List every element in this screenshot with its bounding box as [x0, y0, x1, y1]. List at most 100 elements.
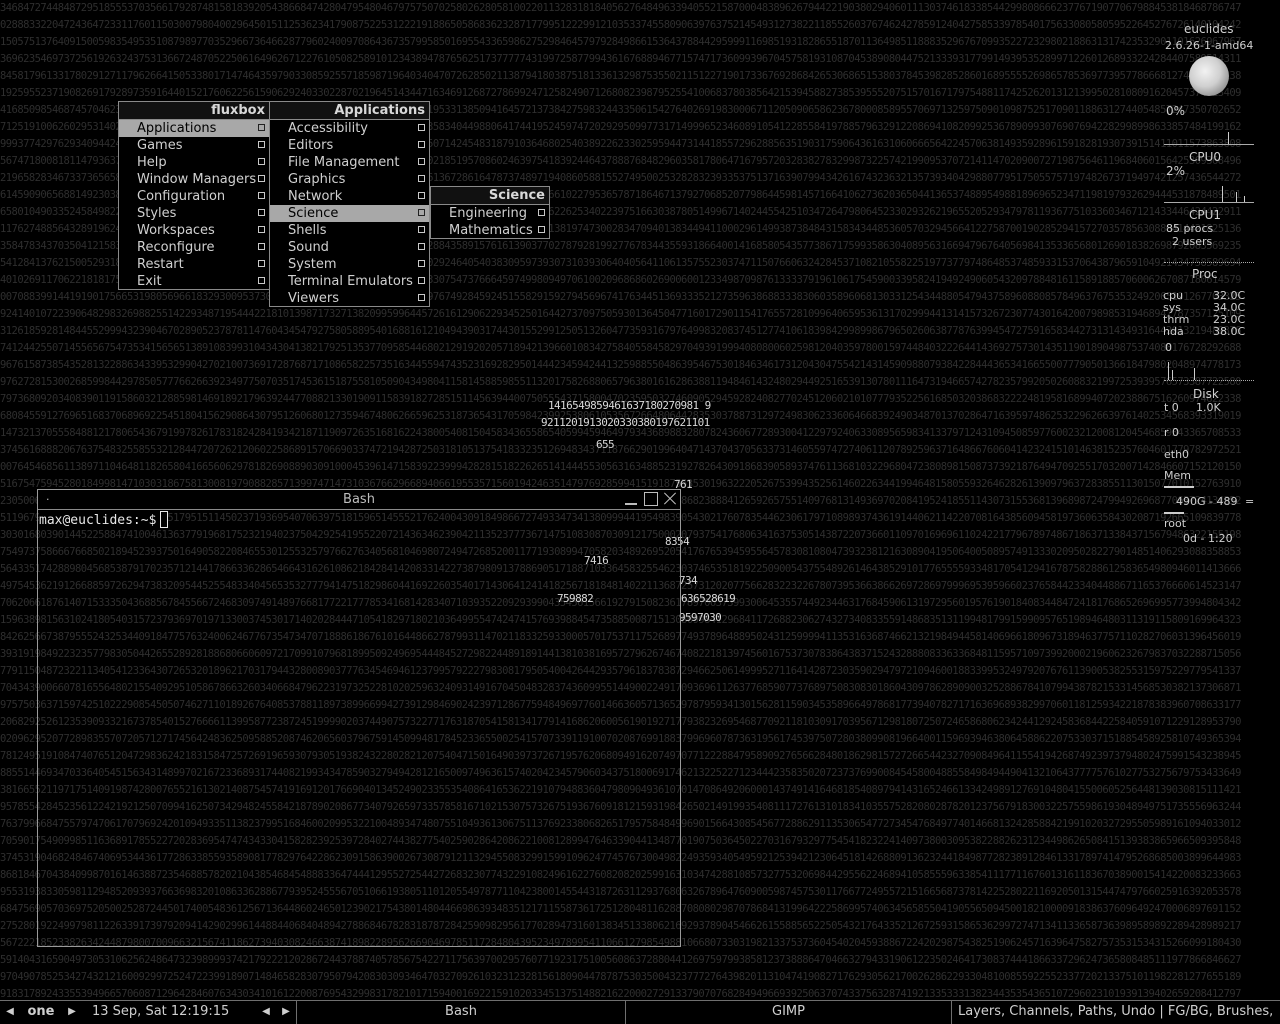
- submenu-box-icon: [418, 294, 425, 301]
- fluxbox-menu-item-help[interactable]: Help: [119, 154, 269, 171]
- submenu-box-icon: [418, 158, 425, 165]
- applications-menu-item-system[interactable]: System: [270, 256, 429, 273]
- workspace-next-arrow-icon[interactable]: ▶: [64, 1001, 80, 1023]
- applications-menu-item-label: Editors: [288, 138, 334, 153]
- task-bash[interactable]: Bash: [296, 1001, 626, 1024]
- submenu-box-icon: [258, 192, 265, 199]
- applications-menu-item-graphics[interactable]: Graphics: [270, 171, 429, 188]
- submenu-box-icon: [258, 209, 265, 216]
- fluxbox-toolbar: ◀ one ▶ 13 Sep, Sat 12:19:15 ◀ ▶ Bash GI…: [0, 1000, 1280, 1024]
- fluxbox-menu-item-label: Applications: [137, 121, 217, 136]
- procs-count: 85 procs: [1166, 222, 1214, 235]
- fluxbox-menu-item-label: Reconfigure: [137, 240, 215, 255]
- text-cursor: [160, 511, 169, 528]
- terminal-body[interactable]: max@euclides:~$: [38, 510, 680, 946]
- submenu-box-icon: [538, 209, 545, 216]
- science-menu-item-mathematics[interactable]: Mathematics: [431, 222, 549, 239]
- temp-hda-name: hda: [1163, 325, 1184, 338]
- filesystem-usage-mark: =: [1245, 495, 1255, 508]
- window-titlebar[interactable]: · Bash: [38, 490, 680, 510]
- applications-menu-item-file-management[interactable]: File Management: [270, 154, 429, 171]
- fluxbox-menu-item-styles[interactable]: Styles: [119, 205, 269, 222]
- bright-digit-row: 9211201913020330380197621101: [541, 416, 710, 429]
- applications-menu-item-label: Network: [288, 189, 343, 204]
- workspace-name[interactable]: one: [18, 1001, 64, 1024]
- applications-menu-item-science[interactable]: Science: [270, 205, 429, 222]
- submenu-box-icon: [418, 243, 425, 250]
- science-menu-item-label: Mathematics: [449, 223, 533, 238]
- bright-digit-row: 655: [596, 438, 615, 451]
- applications-menu-item-label: Viewers: [288, 291, 339, 306]
- bright-digit-row: 734: [679, 574, 698, 587]
- memory-bar: [1164, 484, 1194, 488]
- fluxbox-root-menu: fluxbox Applications Games Help Window Mana…: [118, 101, 270, 290]
- cpu0-label: CPU0: [1189, 150, 1222, 164]
- task-gimp-dock[interactable]: Layers, Channels, Paths, Undo | FG/BG, B…: [952, 1001, 1280, 1024]
- hostname-label: euclides: [1184, 22, 1234, 36]
- applications-menu-item-accessibility[interactable]: Accessibility: [270, 120, 429, 137]
- fluxbox-menu-item-label: Workspaces: [137, 223, 215, 238]
- submenu-box-icon: [418, 277, 425, 284]
- fluxbox-menu-item-label: Games: [137, 138, 183, 153]
- applications-menu-item-shells[interactable]: Shells: [270, 222, 429, 239]
- fluxbox-menu-item-label: Restart: [137, 257, 184, 272]
- submenu-box-icon: [418, 260, 425, 267]
- applications-menu-item-sound[interactable]: Sound: [270, 239, 429, 256]
- submenu-box-icon: [418, 209, 425, 216]
- fluxbox-menu-item-label: Styles: [137, 206, 177, 221]
- fluxbox-menu-title: fluxbox: [119, 102, 269, 120]
- bright-digit-row: 9597030: [679, 611, 722, 624]
- submenu-box-icon: [258, 243, 265, 250]
- submenu-box-icon: [258, 124, 265, 131]
- applications-menu-item-label: Sound: [288, 240, 329, 255]
- users-count: 2 users: [1172, 235, 1213, 248]
- submenu-box-icon: [418, 141, 425, 148]
- cpu0-percent: 0%: [1166, 104, 1186, 118]
- fluxbox-menu-item-configuration[interactable]: Configuration: [119, 188, 269, 205]
- window-menu-icon[interactable]: ·: [46, 490, 50, 509]
- applications-menu-item-viewers[interactable]: Viewers: [270, 290, 429, 307]
- minimize-icon[interactable]: [624, 492, 638, 506]
- applications-menu-item-label: Science: [288, 206, 339, 221]
- proc-graph: [1164, 248, 1254, 263]
- fluxbox-menu-item-applications[interactable]: Applications: [119, 120, 269, 137]
- applications-submenu: Applications Accessibility Editors File Ma…: [269, 101, 430, 307]
- filesystem-size: 490G - 489: [1176, 495, 1238, 508]
- fluxbox-menu-item-exit[interactable]: Exit: [119, 273, 269, 290]
- fluxbox-menu-item-workspaces[interactable]: Workspaces: [119, 222, 269, 239]
- workspace-prev-arrow-icon[interactable]: ◀: [2, 1001, 18, 1023]
- fluxbox-menu-item-label: Window Managers: [137, 172, 257, 187]
- kernel-label: 2.6.26-1-amd64: [1165, 39, 1254, 52]
- desktop-background: 3468472744848729518555370356617928748158…: [0, 0, 1280, 1000]
- disk-graph: [1164, 356, 1254, 381]
- submenu-box-icon: [258, 158, 265, 165]
- task-next-arrow-icon[interactable]: ▶: [278, 1001, 294, 1023]
- task-prev-arrow-icon[interactable]: ◀: [258, 1001, 274, 1023]
- science-submenu: Science Engineering Mathematics: [430, 186, 550, 239]
- fluxbox-menu-item-games[interactable]: Games: [119, 137, 269, 154]
- submenu-box-icon: [418, 124, 425, 131]
- fluxbox-menu-item-restart[interactable]: Restart: [119, 256, 269, 273]
- applications-menu-item-label: Accessibility: [288, 121, 368, 136]
- submenu-box-icon: [258, 277, 265, 284]
- submenu-box-icon: [418, 226, 425, 233]
- maximize-icon[interactable]: [644, 492, 658, 506]
- applications-menu-item-network[interactable]: Network: [270, 188, 429, 205]
- applications-menu-item-label: Terminal Emulators: [288, 274, 413, 289]
- applications-menu-item-terminal-emulators[interactable]: Terminal Emulators: [270, 273, 429, 290]
- submenu-box-icon: [258, 175, 265, 182]
- close-icon[interactable]: [663, 492, 677, 506]
- fluxbox-menu-item-window-managers[interactable]: Window Managers: [119, 171, 269, 188]
- fluxbox-menu-item-label: Help: [137, 155, 167, 170]
- task-gimp[interactable]: GIMP: [626, 1001, 952, 1024]
- science-menu-item-engineering[interactable]: Engineering: [431, 205, 549, 222]
- disk-value: 1.0K: [1196, 401, 1221, 414]
- memory-label: Mem: [1164, 469, 1191, 482]
- applications-menu-item-editors[interactable]: Editors: [270, 137, 429, 154]
- applications-menu-item-label: File Management: [288, 155, 400, 170]
- shell-prompt-line[interactable]: max@euclides:~$: [39, 511, 169, 530]
- proc-label: Proc: [1192, 267, 1218, 281]
- fluxbox-menu-item-reconfigure[interactable]: Reconfigure: [119, 239, 269, 256]
- bash-terminal-window[interactable]: · Bash max@euclides:~$: [37, 489, 681, 947]
- applications-menu-item-label: System: [288, 257, 337, 272]
